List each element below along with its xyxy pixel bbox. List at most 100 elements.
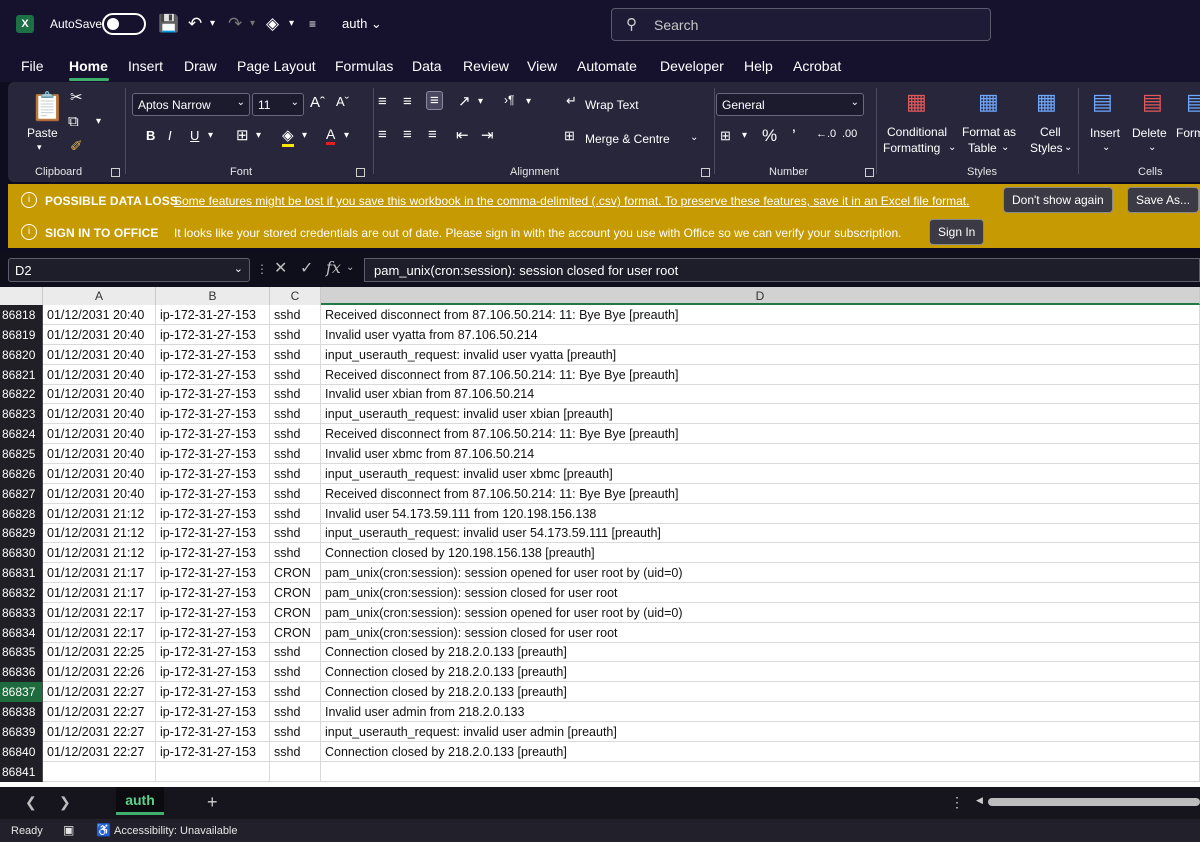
orientation-dropdown-icon[interactable]: ▾ xyxy=(478,96,483,107)
cell-timestamp[interactable]: 01/12/2031 21:17 xyxy=(43,582,156,603)
font-size-select[interactable]: 11 ⌄ xyxy=(252,93,304,116)
cell-message[interactable]: Invalid user 54.173.59.111 from 120.198.… xyxy=(321,503,1200,524)
tab-review[interactable]: Review xyxy=(463,58,509,74)
cancel-icon[interactable]: ✕ xyxy=(274,258,287,278)
format-as-table-label-1[interactable]: Format as xyxy=(962,125,1016,139)
text-direction-dropdown-icon[interactable]: ▾ xyxy=(526,96,531,107)
paste-icon[interactable]: 📋 xyxy=(30,90,65,123)
cell-host[interactable]: ip-172-31-27-153 xyxy=(156,344,270,365)
row-header[interactable]: 86836 xyxy=(0,662,43,683)
tab-page-layout[interactable]: Page Layout xyxy=(237,58,316,74)
merge-centre-button[interactable]: Merge & Centre xyxy=(585,132,670,146)
cell-host[interactable]: ip-172-31-27-153 xyxy=(156,741,270,762)
decrease-font-icon[interactable]: Aˇ xyxy=(336,94,349,109)
format-cells-icon[interactable]: ▤ xyxy=(1186,89,1200,115)
cell-message[interactable]: input_userauth_request: invalid user 54.… xyxy=(321,523,1200,544)
cell-timestamp[interactable]: 01/12/2031 21:12 xyxy=(43,503,156,524)
cell-host[interactable]: ip-172-31-27-153 xyxy=(156,305,270,325)
accounting-dropdown-icon[interactable]: ▾ xyxy=(742,130,747,141)
cell-process[interactable]: CRON xyxy=(270,582,321,603)
font-launcher-icon[interactable] xyxy=(356,168,365,177)
autosave-toggle[interactable] xyxy=(102,13,146,35)
cell-host[interactable]: ip-172-31-27-153 xyxy=(156,721,270,742)
cell-timestamp[interactable]: 01/12/2031 21:17 xyxy=(43,563,156,584)
row-header[interactable]: 86828 xyxy=(0,503,43,524)
tab-file[interactable]: File xyxy=(21,58,44,74)
cell-message[interactable]: Invalid user xbian from 87.106.50.214 xyxy=(321,384,1200,405)
cell-host[interactable]: ip-172-31-27-153 xyxy=(156,702,270,722)
cell-message[interactable]: Received disconnect from 87.106.50.214: … xyxy=(321,483,1200,504)
cell-process[interactable]: sshd xyxy=(270,364,321,385)
name-box[interactable]: D2 ⌄ xyxy=(8,258,250,282)
tab-acrobat[interactable]: Acrobat xyxy=(793,58,841,74)
copy-icon[interactable]: ⧉ xyxy=(68,113,79,130)
save-as-button[interactable]: Save As... xyxy=(1127,187,1200,213)
cell-timestamp[interactable]: 01/12/2031 22:26 xyxy=(43,662,156,683)
column-header-d[interactable]: D xyxy=(321,287,1200,305)
cell-message[interactable]: pam_unix(cron:session): session opened f… xyxy=(321,602,1200,623)
cell-styles-dropdown-icon[interactable]: ⌄ xyxy=(1064,142,1072,153)
cell-process[interactable]: sshd xyxy=(270,424,321,445)
undo-dropdown-icon[interactable]: ▾ xyxy=(210,12,215,36)
cell-message[interactable]: Connection closed by 218.2.0.133 [preaut… xyxy=(321,662,1200,683)
row-header[interactable]: 86834 xyxy=(0,622,43,643)
cell-timestamp[interactable]: 01/12/2031 20:40 xyxy=(43,305,156,325)
copy-dropdown-icon[interactable]: ▾ xyxy=(96,116,101,127)
cell-process[interactable]: sshd xyxy=(270,503,321,524)
horizontal-scrollbar[interactable]: ◀ xyxy=(976,795,1200,808)
dont-show-again-button[interactable]: Don't show again xyxy=(1003,187,1113,213)
bold-button[interactable]: B xyxy=(146,128,155,143)
align-top-icon[interactable]: ≡ xyxy=(378,93,387,110)
row-header[interactable]: 86831 xyxy=(0,563,43,584)
cell-message[interactable]: Received disconnect from 87.106.50.214: … xyxy=(321,305,1200,325)
row-header[interactable]: 86835 xyxy=(0,642,43,663)
font-color-dropdown-icon[interactable]: ▾ xyxy=(344,130,349,141)
formula-dropdown-icon[interactable]: ⌄ xyxy=(346,262,354,273)
cell-styles-icon[interactable]: ▦ xyxy=(1036,89,1057,115)
cell-message[interactable]: pam_unix(cron:session): session opened f… xyxy=(321,563,1200,584)
row-header[interactable]: 86825 xyxy=(0,443,43,464)
conditional-dropdown-icon[interactable]: ⌄ xyxy=(948,142,956,153)
cell-process[interactable]: CRON xyxy=(270,622,321,643)
cell-timestamp[interactable]: 01/12/2031 20:40 xyxy=(43,384,156,405)
format-as-table-icon[interactable]: ▦ xyxy=(978,89,999,115)
font-name-select[interactable]: Aptos Narrow ⌄ xyxy=(132,93,250,116)
row-header[interactable]: 86839 xyxy=(0,721,43,742)
cell-process[interactable]: sshd xyxy=(270,443,321,464)
align-bottom-icon[interactable]: ≡ xyxy=(426,91,443,110)
next-sheet-icon[interactable]: ❯ xyxy=(59,794,71,811)
cell-process[interactable] xyxy=(270,761,321,782)
cell-host[interactable]: ip-172-31-27-153 xyxy=(156,384,270,405)
borders-dropdown-icon[interactable]: ▾ xyxy=(256,130,261,141)
file-name[interactable]: auth ⌄ xyxy=(342,16,382,32)
format-cells-button[interactable]: Form xyxy=(1176,126,1200,140)
cell-styles-label-2[interactable]: Styles xyxy=(1030,141,1063,155)
fill-color-dropdown-icon[interactable]: ▾ xyxy=(302,130,307,141)
cell-timestamp[interactable]: 01/12/2031 20:40 xyxy=(43,344,156,365)
undo-icon[interactable]: ↶ xyxy=(188,12,202,36)
cell-host[interactable]: ip-172-31-27-153 xyxy=(156,324,270,345)
cell-host[interactable]: ip-172-31-27-153 xyxy=(156,662,270,683)
cell-timestamp[interactable]: 01/12/2031 22:27 xyxy=(43,721,156,742)
column-header-a[interactable]: A xyxy=(43,287,156,305)
merge-centre-icon[interactable]: ⊞ xyxy=(564,128,575,144)
row-header[interactable]: 86822 xyxy=(0,384,43,405)
increase-font-icon[interactable]: Aˆ xyxy=(310,94,325,111)
cell-host[interactable]: ip-172-31-27-153 xyxy=(156,543,270,564)
cell-host[interactable]: ip-172-31-27-153 xyxy=(156,602,270,623)
sign-in-button[interactable]: Sign In xyxy=(929,219,985,245)
number-launcher-icon[interactable] xyxy=(865,168,874,177)
cell-timestamp[interactable]: 01/12/2031 22:27 xyxy=(43,741,156,762)
tab-developer[interactable]: Developer xyxy=(660,58,724,74)
borders-icon[interactable]: ⊞ xyxy=(236,126,249,144)
row-header[interactable]: 86837 xyxy=(0,682,43,703)
cell-process[interactable]: sshd xyxy=(270,702,321,722)
decrease-decimal-icon[interactable]: .00 xyxy=(842,128,857,140)
customize-qat-icon[interactable]: ≡ xyxy=(309,12,316,36)
cell-timestamp[interactable]: 01/12/2031 22:17 xyxy=(43,602,156,623)
cell-message[interactable]: pam_unix(cron:session): session closed f… xyxy=(321,622,1200,643)
conditional-formatting-label-2[interactable]: Formatting xyxy=(883,141,940,155)
cell-host[interactable]: ip-172-31-27-153 xyxy=(156,483,270,504)
cell-timestamp[interactable]: 01/12/2031 20:40 xyxy=(43,463,156,484)
tab-split-handle-icon[interactable]: ⋮ xyxy=(950,794,964,811)
